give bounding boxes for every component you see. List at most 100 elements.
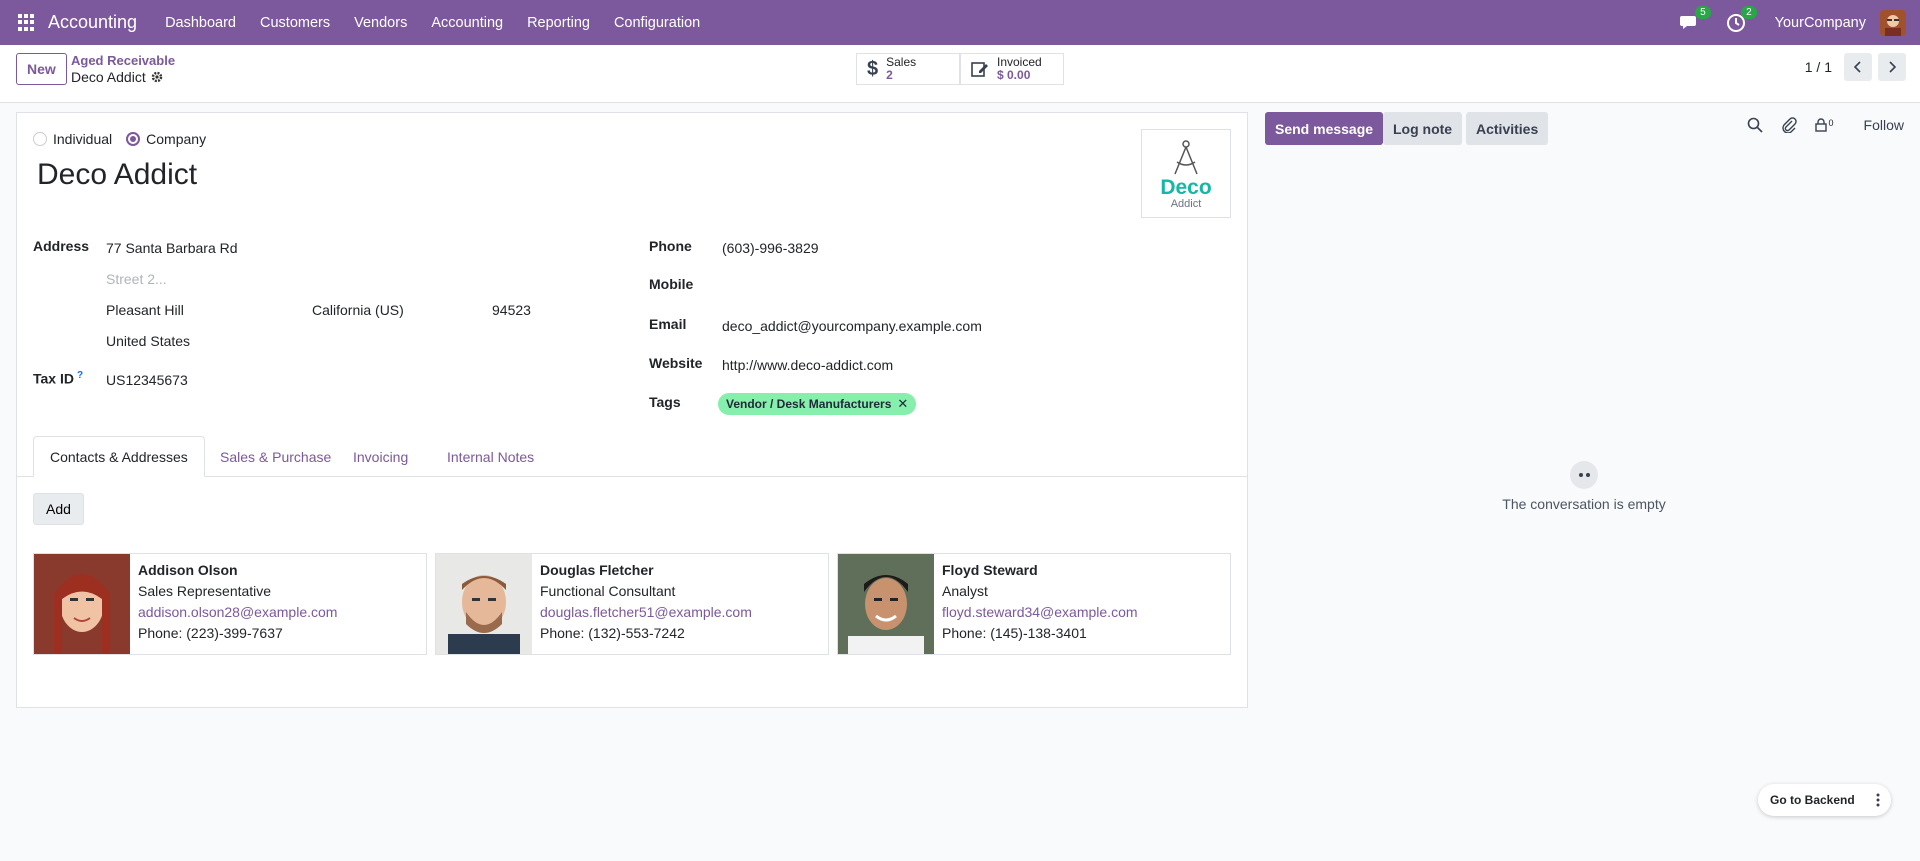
contact-title: Analyst [942, 583, 988, 599]
kebab-menu-icon[interactable] [1865, 787, 1891, 813]
send-message-button[interactable]: Send message [1265, 112, 1384, 145]
contact-photo [34, 554, 130, 654]
dollar-icon: $ [867, 57, 879, 80]
invoiced-stat-button[interactable]: Invoiced $ 0.00 [960, 53, 1064, 85]
new-button[interactable]: New [16, 53, 67, 85]
mobile-field[interactable] [722, 278, 1122, 296]
country-field[interactable]: United States [106, 333, 190, 349]
notebook-tabs: Contacts & Addresses Sales & Purchase In… [17, 436, 1247, 477]
mobile-label: Mobile [649, 276, 694, 292]
tag-badge[interactable]: Vendor / Desk Manufacturers ✕ [718, 393, 917, 415]
sales-stat-value: 2 [886, 68, 893, 82]
pager-previous-button[interactable] [1844, 53, 1872, 81]
phone-label: Phone [649, 238, 692, 254]
activities-badge: 2 [1741, 5, 1757, 19]
menu-dashboard[interactable]: Dashboard [153, 15, 248, 31]
invoiced-stat-value: $ 0.00 [997, 68, 1031, 82]
chevron-right-icon [1889, 61, 1897, 73]
contact-card[interactable]: Douglas Fletcher Functional Consultant d… [435, 553, 829, 655]
tab-contacts-addresses[interactable]: Contacts & Addresses [33, 436, 205, 477]
paperclip-icon[interactable] [1781, 117, 1797, 133]
breadcrumb-current: Deco Addict [71, 69, 163, 85]
contact-info: Floyd Steward Analyst floyd.steward34@ex… [934, 554, 1146, 654]
street-field[interactable]: 77 Santa Barbara Rd [106, 240, 238, 256]
go-to-backend-button[interactable]: Go to Backend [1770, 793, 1855, 807]
taxid-help-icon[interactable]: ? [77, 370, 83, 381]
activities-button[interactable]: Activities [1466, 112, 1549, 145]
contact-name: Floyd Steward [942, 562, 1038, 578]
menu-reporting[interactable]: Reporting [515, 15, 602, 31]
empty-conversation-text: The conversation is empty [1502, 496, 1666, 512]
add-contact-button[interactable]: Add [33, 493, 84, 525]
partner-name-field[interactable]: Deco Addict [37, 158, 197, 192]
gear-icon[interactable] [151, 71, 163, 83]
street2-field[interactable]: Street 2... [106, 271, 167, 287]
follow-button[interactable]: Follow [1864, 117, 1904, 133]
user-avatar[interactable] [1880, 9, 1906, 36]
tag-label: Vendor / Desk Manufacturers [726, 397, 892, 411]
go-to-backend-pill: Go to Backend [1758, 784, 1891, 816]
taxid-label: Tax ID? [33, 370, 83, 387]
phone-field[interactable]: (603)-996-3829 [722, 240, 819, 256]
contact-phone: Phone: (223)-399-7637 [138, 625, 283, 641]
followers-button[interactable]: 0 [1814, 118, 1834, 132]
contact-info: Douglas Fletcher Functional Consultant d… [532, 554, 760, 654]
tab-internal-notes[interactable]: Internal Notes [431, 436, 550, 477]
website-field[interactable]: http://www.deco-addict.com [722, 357, 893, 373]
contact-email[interactable]: floyd.steward34@example.com [942, 604, 1138, 621]
sales-stat-button[interactable]: $ Sales 2 [856, 53, 960, 85]
breadcrumb-parent-link[interactable]: Aged Receivable [71, 53, 175, 68]
logo-text-main: Deco [1160, 175, 1212, 199]
radio-individual[interactable]: Individual [33, 131, 112, 147]
lock-icon [1814, 118, 1827, 132]
radio-company-dot[interactable] [126, 132, 141, 146]
contact-phone: Phone: (132)-553-7242 [540, 625, 685, 641]
control-panel: New Aged Receivable Deco Addict $ Sales … [0, 45, 1920, 103]
radio-company-label: Company [146, 131, 207, 147]
contact-phone: Phone: (145)-138-3401 [942, 625, 1087, 641]
menu-vendors[interactable]: Vendors [342, 15, 419, 31]
email-field[interactable]: deco_addict@yourcompany.example.com [722, 318, 982, 334]
state-field[interactable]: California (US) [312, 302, 404, 318]
messages-badge: 5 [1695, 5, 1711, 19]
menu-accounting[interactable]: Accounting [419, 15, 515, 31]
city-field[interactable]: Pleasant Hill [106, 302, 184, 318]
compass-logo-icon [1174, 139, 1198, 174]
contact-photo [838, 554, 934, 654]
radio-company[interactable]: Company [126, 131, 206, 147]
activities-clock-icon[interactable]: 2 [1725, 5, 1757, 34]
tab-sales-purchase[interactable]: Sales & Purchase [204, 436, 347, 477]
pager-next-button[interactable] [1878, 53, 1906, 81]
menu-configuration[interactable]: Configuration [602, 15, 712, 31]
messages-icon[interactable]: 5 [1679, 5, 1711, 34]
search-icon[interactable] [1747, 117, 1763, 133]
contact-title: Sales Representative [138, 583, 272, 599]
radio-individual-dot[interactable] [33, 132, 47, 146]
contact-card[interactable]: Floyd Steward Analyst floyd.steward34@ex… [837, 553, 1231, 655]
contact-email[interactable]: douglas.fletcher51@example.com [540, 604, 752, 621]
apps-grid-icon[interactable] [18, 13, 36, 32]
log-note-button[interactable]: Log note [1383, 112, 1463, 145]
tag-remove-icon[interactable]: ✕ [897, 396, 908, 412]
partner-logo[interactable]: Deco Addict [1141, 129, 1231, 218]
breadcrumb-current-label: Deco Addict [71, 69, 146, 85]
empty-conversation-icon [1570, 461, 1598, 489]
menu-customers[interactable]: Customers [248, 15, 342, 31]
pager: 1 / 1 [1805, 53, 1906, 81]
chevron-left-icon [1853, 61, 1861, 73]
tags-label: Tags [649, 394, 681, 410]
followers-count: 0 [1828, 118, 1834, 128]
email-label: Email [649, 316, 687, 332]
pager-value[interactable]: 1 / 1 [1805, 59, 1832, 75]
radio-individual-label: Individual [53, 131, 113, 147]
company-switcher[interactable]: YourCompany [1775, 15, 1866, 31]
contact-name: Douglas Fletcher [540, 562, 654, 578]
taxid-field[interactable]: US12345673 [106, 372, 188, 388]
tab-invoicing[interactable]: Invoicing [337, 436, 424, 477]
contact-title: Functional Consultant [540, 583, 676, 599]
app-name[interactable]: Accounting [48, 12, 137, 33]
contact-email[interactable]: addison.olson28@example.com [138, 604, 337, 621]
taxid-label-text: Tax ID [33, 370, 74, 387]
zip-field[interactable]: 94523 [492, 302, 531, 318]
contact-card[interactable]: Addison Olson Sales Representative addis… [33, 553, 427, 655]
